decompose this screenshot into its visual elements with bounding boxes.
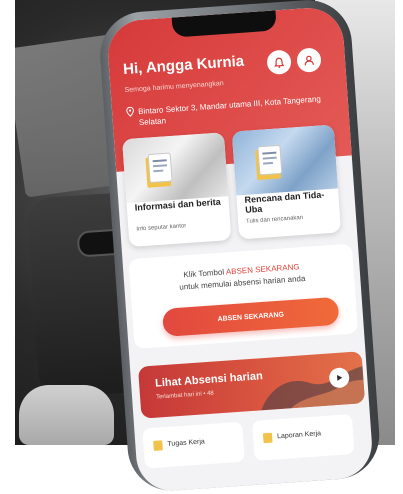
- attendance-prefix: Klik Tombol: [183, 267, 227, 280]
- tugas-kerja-button[interactable]: Tugas Kerja: [142, 421, 245, 469]
- nav-label: Laporan Kerja: [276, 430, 322, 441]
- attendance-card: Klik Tombol ABSEN SEKARANG untuk memulai…: [128, 243, 359, 349]
- greeting-tagline: Semoga harimu menyenangkan: [124, 80, 224, 95]
- hand: [19, 385, 114, 445]
- address-text: Bintaro Sektor 3, Mandar utama III, Kota…: [137, 94, 322, 128]
- document-icon: [255, 145, 283, 180]
- notification-button[interactable]: [266, 49, 292, 76]
- tile-subtitle: Tulis dan rencanakan: [245, 214, 304, 225]
- greeting-title: Hi, Angga Kurnia: [122, 52, 245, 79]
- tile-art: [122, 132, 229, 204]
- play-icon: [337, 374, 343, 381]
- bell-icon: [274, 57, 285, 68]
- user-icon: [304, 55, 314, 65]
- phone-screen: Hi, Angga Kurnia Semoga harimu menyenang…: [105, 5, 375, 494]
- tile-art: [231, 124, 339, 196]
- absen-sekarang-button[interactable]: ABSEN SEKARANG: [161, 296, 340, 337]
- location-pin-icon: [126, 106, 134, 117]
- location-row: Bintaro Sektor 3, Mandar utama III, Kota…: [126, 93, 332, 129]
- smartphone: Hi, Angga Kurnia Semoga harimu menyenang…: [97, 0, 383, 494]
- document-icon: [145, 152, 173, 188]
- attendance-history-banner[interactable]: Lihat Absensi harian Terlambat hari ini …: [137, 351, 366, 419]
- profile-button[interactable]: [296, 47, 322, 73]
- nav-label: Tugas Kerja: [167, 438, 206, 448]
- report-icon: [262, 432, 273, 444]
- attendance-message: Klik Tombol ABSEN SEKARANG untuk memulai…: [133, 258, 350, 297]
- tile-subtitle: Info seputar kantor: [136, 223, 187, 233]
- laporan-kerja-button[interactable]: Laporan Kerja: [252, 414, 355, 461]
- tile-info-news[interactable]: Informasi dan berita Info seputar kantor: [122, 132, 232, 248]
- task-icon: [153, 440, 163, 451]
- tile-plans[interactable]: Rencana dan Tida-Uba Tulis dan rencanaka…: [231, 124, 342, 240]
